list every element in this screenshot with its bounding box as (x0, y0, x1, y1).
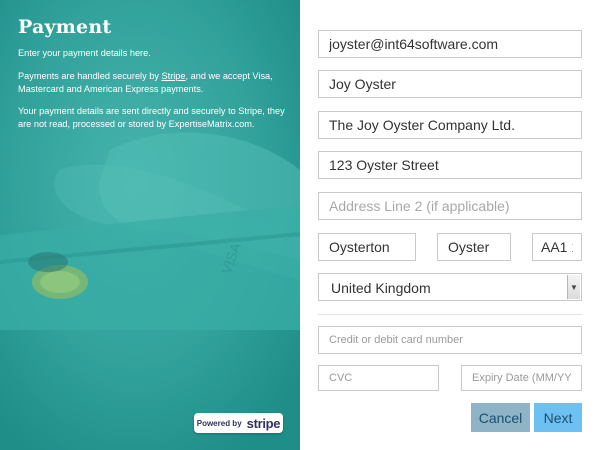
powered-by-label: Powered by (196, 418, 242, 428)
city-field[interactable] (318, 233, 416, 261)
address-line-2-field[interactable] (318, 192, 582, 220)
section-divider (318, 314, 582, 315)
country-selected-value: United Kingdom (331, 280, 431, 296)
email-field[interactable] (318, 30, 582, 58)
company-field[interactable] (318, 111, 582, 139)
privacy-text: Your payment details are sent directly a… (18, 106, 285, 130)
intro-text: Enter your payment details here. (18, 48, 151, 58)
cvc-field[interactable] (318, 365, 439, 391)
stripe-logo: stripe (246, 415, 281, 431)
info-panel: VISA Payment Enter your payment details … (0, 0, 300, 450)
cancel-button[interactable]: Cancel (471, 403, 530, 432)
security-text: Payments are handled securely by Stripe,… (18, 70, 273, 94)
address-line-1-field[interactable] (318, 151, 582, 179)
county-field[interactable] (437, 233, 511, 261)
page-title: Payment (18, 16, 112, 38)
stripe-link[interactable]: Stripe (162, 71, 186, 81)
chevron-down-icon[interactable]: ▼ (567, 275, 580, 299)
next-button[interactable]: Next (534, 403, 582, 432)
expiry-date-field[interactable] (461, 365, 582, 391)
name-field[interactable] (318, 70, 582, 98)
card-number-field[interactable] (318, 326, 582, 354)
powered-by-stripe-badge[interactable]: Powered by stripe (194, 413, 283, 433)
postcode-field[interactable] (532, 233, 582, 261)
country-select[interactable]: United Kingdom ▼ (318, 273, 582, 301)
